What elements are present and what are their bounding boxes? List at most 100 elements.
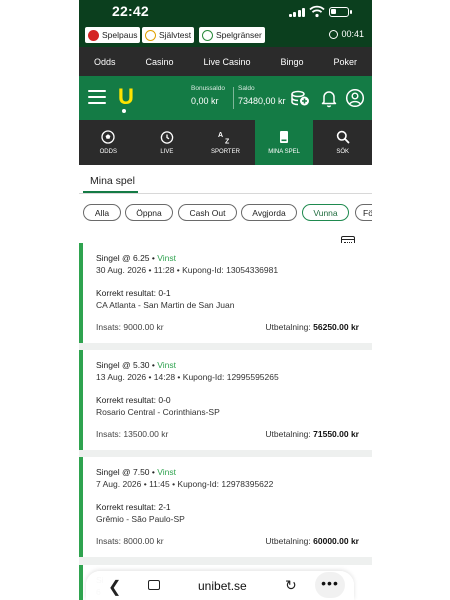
cellular-signal-icon (289, 7, 305, 17)
svg-text:A: A (218, 132, 223, 139)
bet-meta: 13 Aug. 2026 • 14:28 • Kupong-Id: 129955… (96, 372, 279, 382)
sports-nav-live-label: LIVE (160, 149, 174, 155)
page-title-underline (83, 191, 138, 193)
session-timer-value: 00:41 (341, 29, 364, 39)
bet-payout: Utbetalning: 56250.00 kr (265, 322, 359, 332)
spelgranser-button[interactable]: Spelgränser (199, 27, 265, 43)
spelpaus-label: Spelpaus (102, 30, 138, 40)
sports-nav-sporter[interactable]: A Z SPORTER (196, 120, 255, 165)
bet-status: Vinst (157, 360, 176, 370)
stopwatch-icon (160, 131, 174, 144)
bet-match: Rosario Central - Corinthians-SP (96, 407, 220, 417)
spelpaus-button[interactable]: Spelpaus (85, 27, 141, 43)
tabs-icon[interactable] (148, 580, 160, 590)
pause-icon (88, 29, 99, 41)
top-nav: Odds Casino Live Casino Bingo Poker (79, 47, 372, 76)
session-timer: 00:41 (329, 29, 364, 39)
bet-type-odds: Singel @ 6.25 • Vinst (96, 253, 176, 263)
filter-alla[interactable]: Alla (83, 204, 121, 221)
betslip-icon (280, 131, 289, 143)
account-icon[interactable] (345, 88, 365, 108)
bell-icon[interactable] (319, 88, 339, 108)
filter-bar: Alla Öppna Cash Out Avgjorda Vunna Fö (79, 194, 372, 234)
bet-type-odds: Singel @ 7.50 • Vinst (96, 467, 176, 477)
sports-nav-mina-spel-label: MINA SPEL (268, 149, 300, 155)
top-nav-casino[interactable]: Casino (145, 57, 173, 67)
top-nav-live-casino[interactable]: Live Casino (203, 57, 250, 67)
bet-payout: Utbetalning: 60000.00 kr (265, 536, 359, 546)
bet-market: Korrekt resultat: 0-1 (96, 288, 171, 298)
battery-icon (329, 7, 352, 17)
bet-status: Vinst (157, 253, 176, 263)
browser-toolbar: ❮ unibet.se ↻ ••• (86, 571, 354, 600)
sports-nav-mina-spel[interactable]: MINA SPEL (254, 120, 314, 165)
top-nav-bingo[interactable]: Bingo (280, 57, 303, 67)
back-icon[interactable]: ❮ (108, 577, 121, 597)
limits-icon (202, 29, 213, 41)
page-title: Mina spel (90, 175, 135, 187)
filter-forlorade[interactable]: Fö (355, 204, 372, 221)
gauge-icon (145, 29, 156, 41)
filter-vunna[interactable]: Vunna (302, 204, 349, 221)
page-header: Mina spel (79, 165, 372, 193)
unibet-logo[interactable]: U (118, 84, 134, 110)
svg-text:Z: Z (225, 139, 230, 145)
bet-card[interactable]: Singel @ 7.50 • Vinst 7 Aug. 2026 • 11:4… (79, 457, 372, 557)
top-nav-poker[interactable]: Poker (333, 57, 357, 67)
bet-match: CA Atlanta - San Martin de San Juan (96, 300, 235, 310)
bet-match: Grêmio - São Paulo-SP (96, 514, 185, 524)
bet-meta: 7 Aug. 2026 • 11:45 • Kupong-Id: 1297839… (96, 479, 274, 489)
menu-icon[interactable] (88, 90, 106, 104)
bet-payout-value: 56250.00 kr (313, 322, 359, 332)
spelgranser-label: Spelgränser (216, 30, 262, 40)
bonus-balance: Bonussaldo 0,00 kr (191, 85, 225, 106)
bet-stake: Insats: 9000.00 kr (96, 322, 164, 332)
main-balance-label: Saldo (238, 85, 255, 92)
bonus-balance-label: Bonussaldo (191, 85, 225, 92)
bet-payout-value: 71550.00 kr (313, 429, 359, 439)
more-icon[interactable]: ••• (315, 572, 345, 598)
main-balance: Saldo 73480,00 kr (238, 85, 286, 106)
sports-nav-sporter-label: SPORTER (211, 149, 240, 155)
main-balance-value: 73480,00 kr (238, 96, 286, 106)
az-icon: A Z (218, 132, 230, 145)
sports-nav-odds-label: ODDS (99, 149, 117, 155)
football-icon (101, 130, 115, 144)
wifi-icon (309, 5, 325, 18)
deposit-icon[interactable] (290, 88, 310, 108)
bonus-balance-value: 0,00 kr (191, 96, 219, 106)
sjalvtest-label: Självtest (159, 30, 192, 40)
bet-card[interactable]: Singel @ 5.30 • Vinst 13 Aug. 2026 • 14:… (79, 350, 372, 450)
sports-nav-live[interactable]: LIVE (138, 120, 197, 165)
filter-avgjorda[interactable]: Avgjorda (241, 204, 297, 221)
search-icon (336, 130, 350, 144)
address-bar[interactable]: unibet.se (198, 579, 247, 593)
status-bar: 22:42 (79, 0, 372, 24)
bet-stake: Insats: 13500.00 kr (96, 429, 169, 439)
reload-icon[interactable]: ↻ (285, 577, 297, 594)
bet-meta: 30 Aug. 2026 • 11:28 • Kupong-Id: 130543… (96, 265, 279, 275)
responsible-gaming-bar: Spelpaus Självtest Spelgränser 00:41 (79, 24, 372, 47)
bet-payout-value: 60000.00 kr (313, 536, 359, 546)
bet-card[interactable]: Singel @ 6.25 • Vinst 30 Aug. 2026 • 11:… (79, 243, 372, 343)
clock-icon (329, 29, 339, 39)
sports-nav: ODDS LIVE A Z SPORTER MINA SPEL SÖK (79, 120, 372, 165)
bet-market: Korrekt resultat: 2-1 (96, 502, 171, 512)
bet-type-odds: Singel @ 5.30 • Vinst (96, 360, 176, 370)
sports-nav-sok-label: SÖK (336, 149, 349, 155)
bet-status: Vinst (157, 467, 176, 477)
sports-nav-sok[interactable]: SÖK (313, 120, 372, 165)
status-time: 22:42 (112, 3, 149, 19)
account-header: U Bonussaldo 0,00 kr Saldo 73480,00 kr (79, 76, 372, 120)
sjalvtest-button[interactable]: Självtest (142, 27, 195, 43)
bet-payout: Utbetalning: 71550.00 kr (265, 429, 359, 439)
top-nav-odds[interactable]: Odds (94, 57, 116, 67)
filter-cash-out[interactable]: Cash Out (178, 204, 237, 221)
balance-divider (233, 87, 234, 109)
sports-nav-odds[interactable]: ODDS (79, 120, 138, 165)
filter-oppna[interactable]: Öppna (125, 204, 173, 221)
logo-dot (122, 109, 126, 113)
phone-screen: 22:42 Spelpaus Självtest Spelgränser 00:… (79, 0, 372, 600)
bet-stake: Insats: 8000.00 kr (96, 536, 164, 546)
bet-market: Korrekt resultat: 0-0 (96, 395, 171, 405)
